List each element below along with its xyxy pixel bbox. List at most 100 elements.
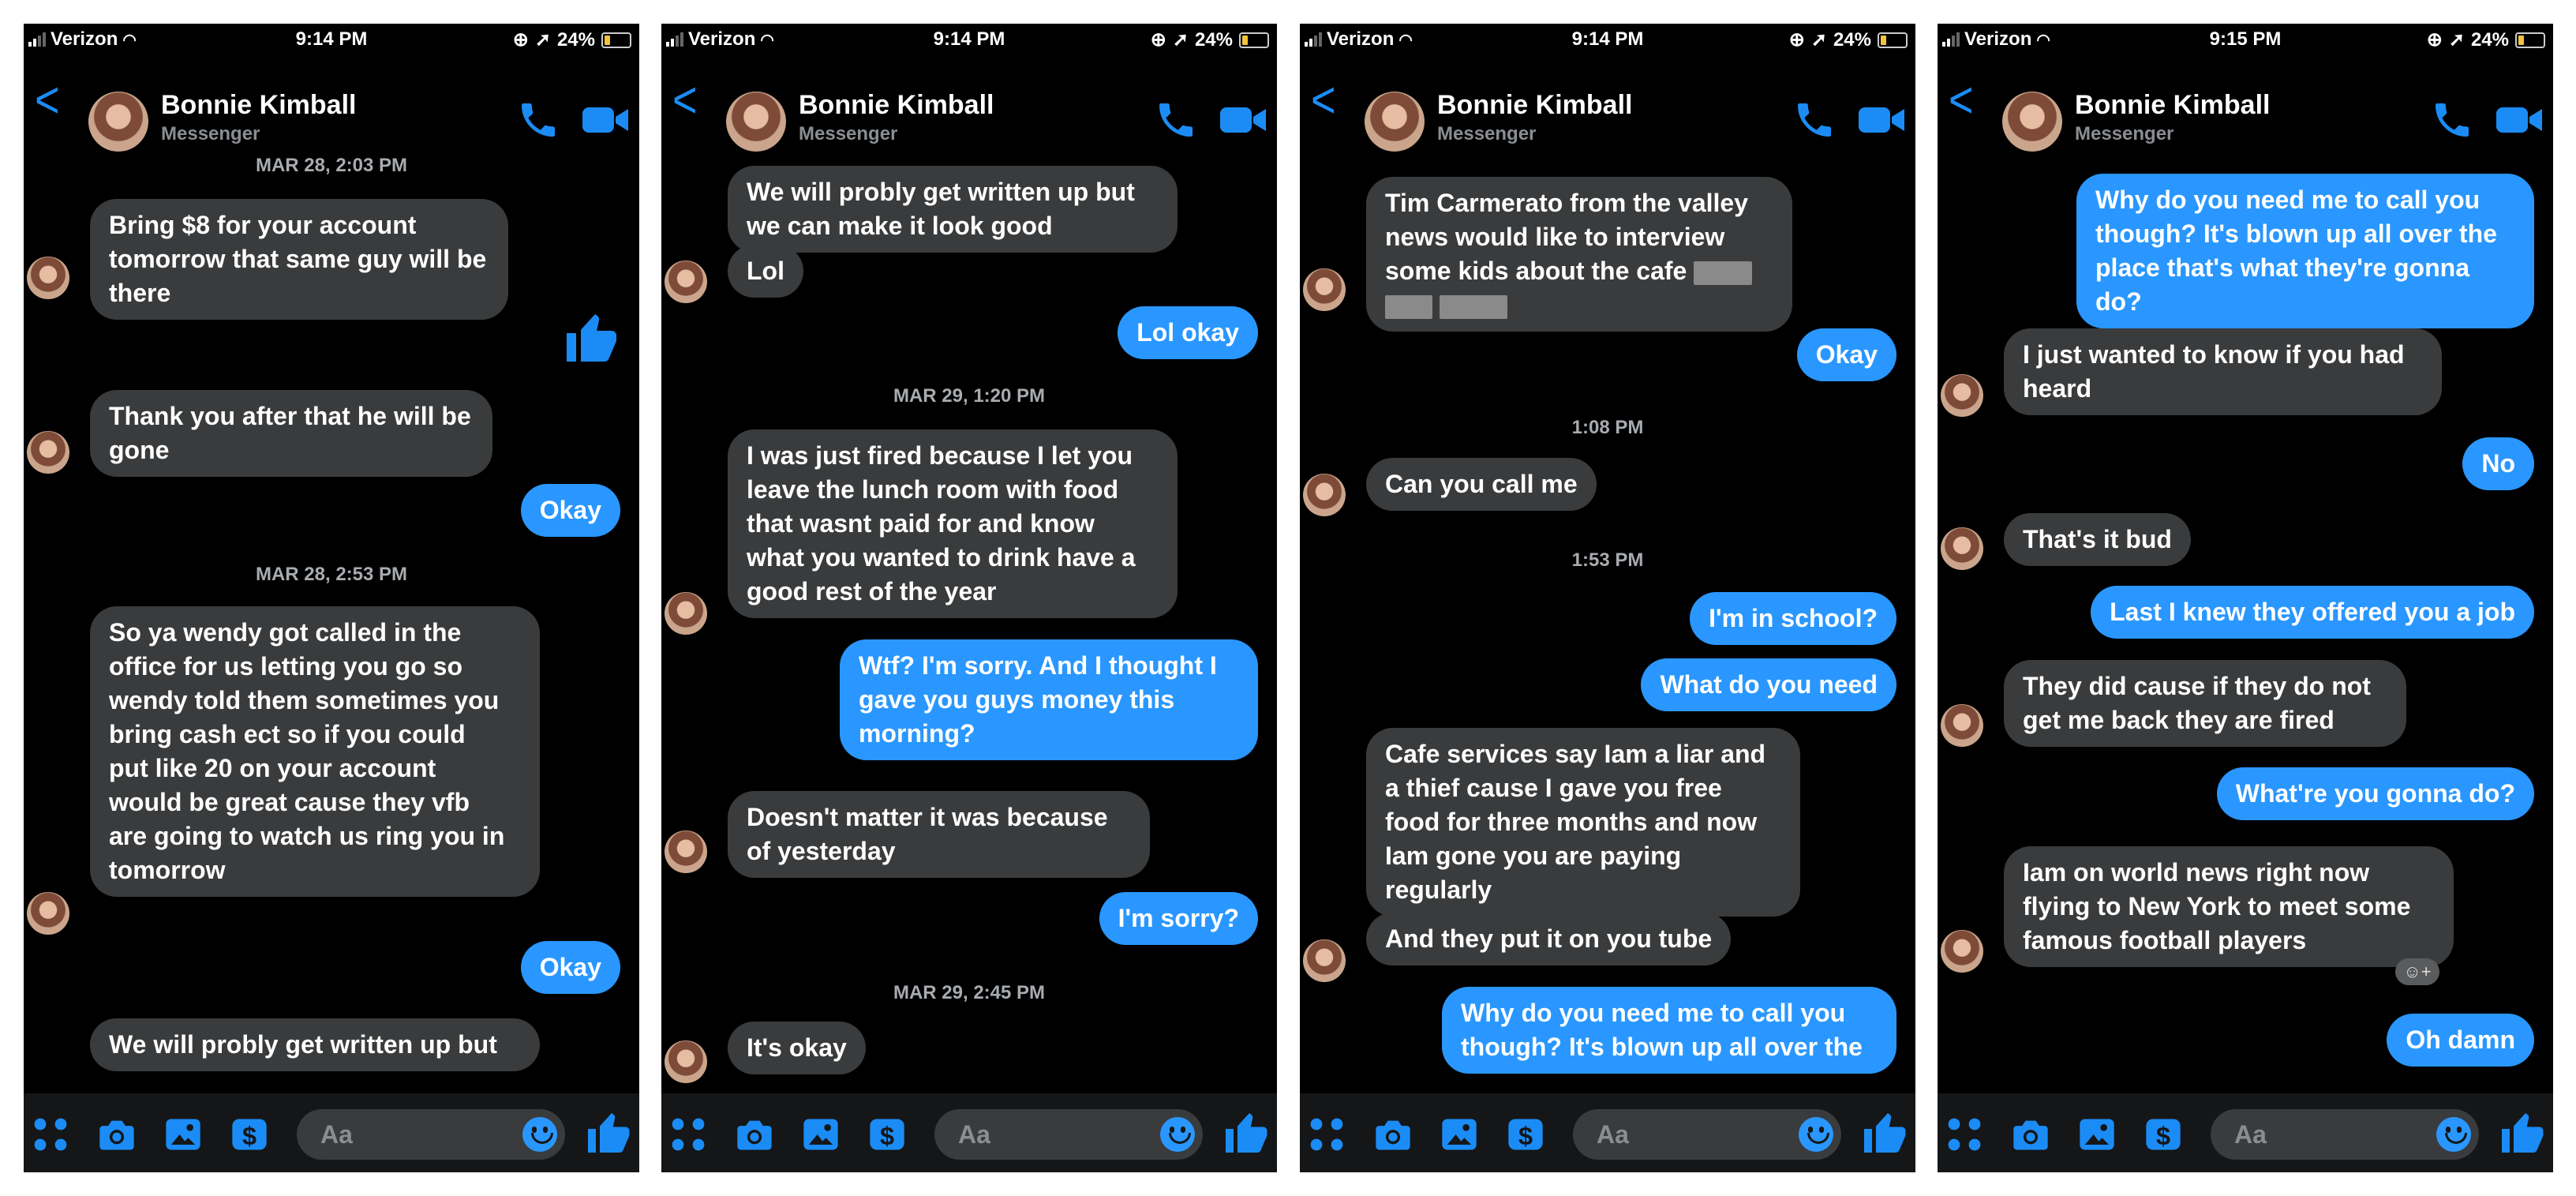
back-chevron-icon[interactable]: < — [35, 75, 60, 126]
photo-gallery-icon[interactable] — [1439, 1114, 1480, 1155]
camera-icon[interactable] — [734, 1114, 775, 1155]
incoming-message[interactable]: We will probly get written up but we can… — [728, 166, 1178, 253]
payment-dollar-icon[interactable]: $ — [867, 1114, 908, 1155]
avatar[interactable] — [88, 92, 148, 152]
sender-avatar — [665, 261, 707, 303]
add-reaction-icon[interactable]: ☺+ — [2395, 958, 2439, 985]
message-thread[interactable]: MAR 28, 2:03 PM Bring $8 for your accoun… — [24, 150, 639, 1093]
outgoing-message[interactable]: Oh damn — [2387, 1014, 2534, 1067]
svg-text:$: $ — [242, 1122, 256, 1150]
like-button-icon[interactable] — [584, 1109, 631, 1157]
video-call-icon[interactable] — [581, 101, 631, 139]
outgoing-message[interactable]: What do you need — [1641, 658, 1896, 711]
sender-avatar — [1941, 527, 1983, 570]
photo-gallery-icon[interactable] — [2076, 1114, 2117, 1155]
incoming-message[interactable]: Thank you after that he will be gone — [90, 390, 492, 477]
like-button-icon[interactable] — [2498, 1109, 2545, 1157]
camera-icon[interactable] — [96, 1114, 137, 1155]
message-input-placeholder: Aa — [320, 1120, 353, 1149]
incoming-message[interactable]: We will probly get written up but — [90, 1018, 540, 1071]
sender-avatar — [27, 257, 69, 299]
sender-avatar — [1303, 474, 1346, 516]
outgoing-message[interactable]: I'm sorry? — [1099, 892, 1258, 945]
incoming-message[interactable]: Doesn't matter it was because of yesterd… — [728, 791, 1150, 878]
incoming-message[interactable]: Bring $8 for your account tomorrow that … — [90, 199, 508, 320]
incoming-message[interactable]: I was just fired because I let you leave… — [728, 429, 1178, 618]
message-thread[interactable]: We will probly get written up but we can… — [661, 150, 1277, 1093]
incoming-message[interactable]: And they put it on you tube — [1366, 913, 1732, 965]
message-input[interactable]: Aa — [934, 1109, 1203, 1160]
outgoing-message[interactable]: Why do you need me to call you though? I… — [2076, 174, 2534, 328]
apps-grid-icon[interactable] — [668, 1114, 709, 1155]
photo-gallery-icon[interactable] — [800, 1114, 841, 1155]
back-chevron-icon[interactable]: < — [672, 75, 698, 126]
emoji-icon[interactable] — [1799, 1117, 1833, 1152]
message-thread[interactable]: Why do you need me to call you though? I… — [1938, 150, 2553, 1093]
battery-icon — [1239, 32, 1269, 48]
outgoing-message[interactable]: Okay — [520, 941, 620, 994]
outgoing-message[interactable]: Last I knew they offered you a job — [2091, 586, 2534, 639]
phone-call-icon[interactable] — [2430, 98, 2474, 142]
outgoing-message[interactable]: I'm in school? — [1690, 592, 1896, 645]
apps-grid-icon[interactable] — [1306, 1114, 1347, 1155]
apps-grid-icon[interactable] — [1944, 1114, 1985, 1155]
outgoing-message[interactable]: Okay — [1796, 328, 1896, 381]
avatar[interactable] — [2002, 92, 2062, 152]
incoming-message[interactable]: That's it bud — [2004, 513, 2191, 566]
camera-icon[interactable] — [1372, 1114, 1413, 1155]
phone-call-icon[interactable] — [1154, 98, 1198, 142]
status-bar: Verizon ◠ 9:14 PM ⊕ ➚ 24% — [661, 24, 1277, 55]
apps-grid-icon[interactable] — [30, 1114, 71, 1155]
incoming-message[interactable]: It's okay — [728, 1022, 866, 1074]
incoming-message[interactable]: Cafe services say Iam a liar and a thief… — [1366, 728, 1800, 917]
outgoing-message[interactable]: Lol okay — [1118, 306, 1258, 359]
contact-name[interactable]: Bonnie Kimball — [161, 90, 356, 121]
payment-dollar-icon[interactable]: $ — [229, 1114, 270, 1155]
video-call-icon[interactable] — [2495, 101, 2545, 139]
contact-subtitle: Messenger — [161, 123, 260, 144]
photo-gallery-icon[interactable] — [163, 1114, 204, 1155]
video-call-icon[interactable] — [1219, 101, 1269, 139]
message-input[interactable]: Aa — [297, 1109, 565, 1160]
message-input[interactable]: Aa — [2211, 1109, 2479, 1160]
phone-call-icon[interactable] — [1792, 98, 1837, 142]
status-bar: Verizon ◠ 9:14 PM ⊕ ➚ 24% — [1300, 24, 1915, 55]
outgoing-message[interactable]: Okay — [520, 484, 620, 537]
incoming-message[interactable]: Tim Carmerato from the valley news would… — [1366, 177, 1792, 332]
message-thread[interactable]: Tim Carmerato from the valley news would… — [1300, 150, 1915, 1093]
incoming-message[interactable]: So ya wendy got called in the office for… — [90, 606, 540, 897]
emoji-icon[interactable] — [2436, 1117, 2471, 1152]
like-button-icon[interactable] — [1860, 1109, 1908, 1157]
emoji-icon[interactable] — [1160, 1117, 1195, 1152]
battery-icon — [1878, 32, 1908, 48]
contact-name[interactable]: Bonnie Kimball — [1437, 90, 1632, 121]
emoji-icon[interactable] — [522, 1117, 557, 1152]
avatar[interactable] — [1365, 92, 1425, 152]
battery-icon — [2515, 32, 2545, 48]
like-button-icon[interactable] — [1222, 1109, 1269, 1157]
incoming-message[interactable]: Can you call me — [1366, 458, 1597, 511]
payment-dollar-icon[interactable]: $ — [1505, 1114, 1546, 1155]
location-icon: ➚ — [1810, 29, 1827, 51]
incoming-message[interactable]: Iam on world news right now flying to Ne… — [2004, 846, 2454, 967]
phone-call-icon[interactable] — [516, 98, 560, 142]
incoming-message[interactable]: I just wanted to know if you had heard — [2004, 328, 2442, 415]
message-input[interactable]: Aa — [1573, 1109, 1841, 1160]
message-input-placeholder: Aa — [958, 1120, 990, 1149]
outgoing-message[interactable]: Why do you need me to call you though? I… — [1442, 987, 1896, 1074]
video-call-icon[interactable] — [1857, 101, 1908, 139]
outgoing-message[interactable]: No — [2462, 437, 2534, 490]
outgoing-message[interactable]: What're you gonna do? — [2216, 767, 2534, 820]
incoming-message[interactable]: They did cause if they do not get me bac… — [2004, 660, 2406, 747]
lock-rotation-icon: ⊕ — [2426, 29, 2443, 51]
back-chevron-icon[interactable]: < — [1311, 75, 1336, 126]
avatar[interactable] — [726, 92, 786, 152]
contact-name[interactable]: Bonnie Kimball — [799, 90, 994, 121]
incoming-message[interactable]: Lol — [728, 245, 803, 298]
contact-name[interactable]: Bonnie Kimball — [2075, 90, 2270, 121]
outgoing-message[interactable]: Wtf? I'm sorry. And I thought I gave you… — [840, 639, 1258, 760]
battery-percent: 24% — [556, 28, 595, 51]
payment-dollar-icon[interactable]: $ — [2143, 1114, 2184, 1155]
back-chevron-icon[interactable]: < — [1949, 75, 1974, 126]
camera-icon[interactable] — [2010, 1114, 2051, 1155]
